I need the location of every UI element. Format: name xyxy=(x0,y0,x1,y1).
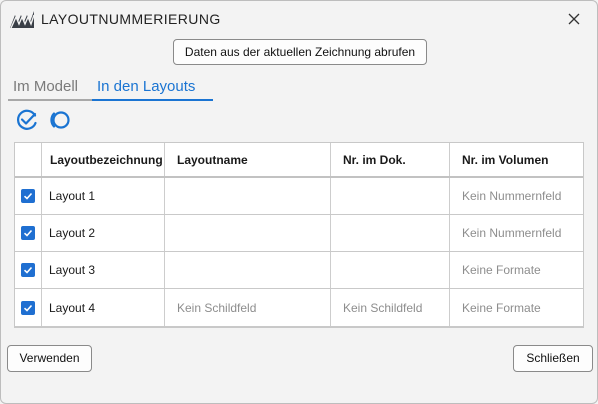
header-nr-im-dok: Nr. im Dok. xyxy=(331,143,450,176)
table-row: Layout 1 Kein Nummernfeld xyxy=(15,178,583,215)
layout-name-cell[interactable]: Layout 3 xyxy=(42,252,165,288)
uncheck-all-icon[interactable] xyxy=(49,109,71,131)
close-button[interactable]: Schließen xyxy=(513,345,593,372)
checkmark-icon xyxy=(23,266,33,274)
doc-number-cell[interactable] xyxy=(331,252,450,288)
table-header-row: Layoutbezeichnung Layoutname Nr. im Dok.… xyxy=(15,143,583,178)
app-logo-icon xyxy=(10,11,35,29)
close-icon[interactable] xyxy=(561,7,587,31)
layout-name-cell[interactable]: Layout 1 xyxy=(42,178,165,214)
table-row: Layout 3 Keine Formate xyxy=(15,252,583,289)
row-checkbox[interactable] xyxy=(21,263,35,277)
layoutname-cell[interactable] xyxy=(165,215,331,251)
window-title: LAYOUTNUMMERIERUNG xyxy=(41,11,221,27)
title-bar: LAYOUTNUMMERIERUNG xyxy=(1,1,597,37)
table-row: Layout 4 Kein Schildfeld Kein Schildfeld… xyxy=(15,289,583,327)
layoutname-cell[interactable]: Kein Schildfeld xyxy=(165,289,331,326)
dialog-window: LAYOUTNUMMERIERUNG Daten aus der aktuell… xyxy=(0,0,598,404)
layoutname-cell[interactable] xyxy=(165,252,331,288)
tab-im-modell[interactable]: Im Modell xyxy=(8,77,98,101)
header-checkbox-column xyxy=(15,143,42,176)
volume-number-cell[interactable]: Kein Nummernfeld xyxy=(450,215,583,251)
layoutname-cell[interactable] xyxy=(165,178,331,214)
fetch-drawing-data-button[interactable]: Daten aus der aktuellen Zeichnung abrufe… xyxy=(173,39,427,65)
apply-button[interactable]: Verwenden xyxy=(7,345,92,372)
checkmark-icon xyxy=(23,229,33,237)
table-row: Layout 2 Kein Nummernfeld xyxy=(15,215,583,252)
row-checkbox[interactable] xyxy=(21,189,35,203)
layout-name-cell[interactable]: Layout 4 xyxy=(42,289,165,326)
doc-number-cell[interactable]: Kein Schildfeld xyxy=(331,289,450,326)
doc-number-cell[interactable] xyxy=(331,178,450,214)
volume-number-cell[interactable]: Keine Formate xyxy=(450,289,583,326)
checkmark-icon xyxy=(23,192,33,200)
tab-in-den-layouts[interactable]: In den Layouts xyxy=(92,77,213,101)
doc-number-cell[interactable] xyxy=(331,215,450,251)
header-nr-im-volumen: Nr. im Volumen xyxy=(462,152,549,167)
header-layoutbezeichnung: Layoutbezeichnung xyxy=(42,143,165,176)
layout-name-cell[interactable]: Layout 2 xyxy=(42,215,165,251)
volume-number-cell[interactable]: Kein Nummernfeld xyxy=(450,178,583,214)
layout-table: Layoutbezeichnung Layoutname Nr. im Dok.… xyxy=(14,142,584,328)
volume-number-cell[interactable]: Keine Formate xyxy=(450,252,583,288)
row-checkbox[interactable] xyxy=(21,300,35,315)
row-checkbox[interactable] xyxy=(21,226,35,240)
check-all-icon[interactable] xyxy=(16,109,38,131)
checkmark-icon xyxy=(23,304,33,312)
header-layoutname: Layoutname xyxy=(165,143,331,176)
